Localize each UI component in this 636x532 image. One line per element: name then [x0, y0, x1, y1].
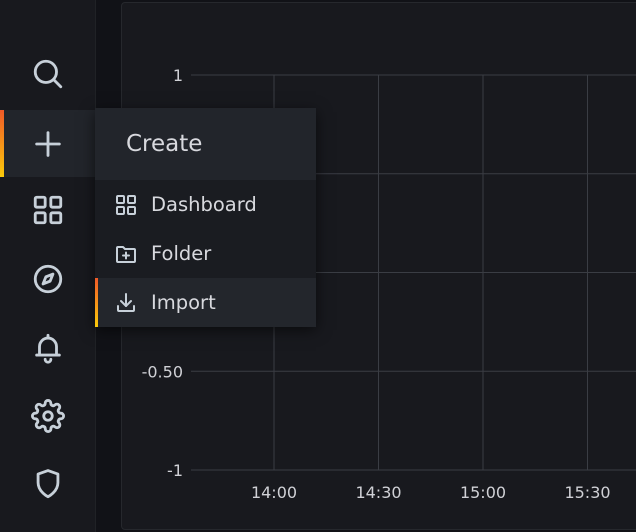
menu-item-import[interactable]: Import — [95, 278, 316, 327]
nav-configuration[interactable] — [0, 384, 95, 448]
apps-icon — [116, 194, 136, 215]
menu-item-label: Folder — [151, 242, 212, 265]
nav-search[interactable] — [0, 42, 95, 106]
x-tick-label: 15:00 — [460, 483, 506, 502]
menu-item-folder[interactable]: Folder — [95, 229, 316, 278]
menu-item-dashboard[interactable]: Dashboard — [95, 180, 316, 229]
nav-create[interactable] — [0, 110, 95, 177]
nav-server-admin[interactable] — [0, 452, 95, 516]
folder-plus-icon — [116, 245, 136, 263]
create-menu: Create Dashboard Folder Import — [95, 108, 316, 327]
active-indicator — [0, 110, 4, 177]
y-tick-label: -1 — [167, 461, 183, 480]
create-menu-title[interactable]: Create — [95, 108, 316, 180]
y-tick-label: -0.50 — [142, 362, 183, 381]
import-icon — [117, 292, 135, 312]
menu-item-label: Dashboard — [151, 193, 257, 216]
gear-icon — [30, 399, 65, 433]
y-tick-label: 1 — [173, 66, 183, 85]
bell-icon — [34, 333, 61, 364]
search-icon — [33, 59, 62, 89]
compass-icon — [33, 264, 62, 294]
nav-explore[interactable] — [0, 247, 95, 311]
shield-icon — [36, 469, 59, 499]
sidebar — [0, 0, 96, 532]
plus-icon — [34, 130, 61, 157]
apps-icon — [33, 195, 62, 225]
menu-item-label: Import — [151, 291, 216, 314]
nav-alerting[interactable] — [0, 316, 95, 380]
nav-dashboards[interactable] — [0, 178, 95, 242]
active-indicator — [95, 278, 98, 327]
x-tick-label: 14:00 — [251, 483, 297, 502]
x-tick-label: 15:30 — [564, 483, 610, 502]
x-tick-label: 14:30 — [355, 483, 401, 502]
